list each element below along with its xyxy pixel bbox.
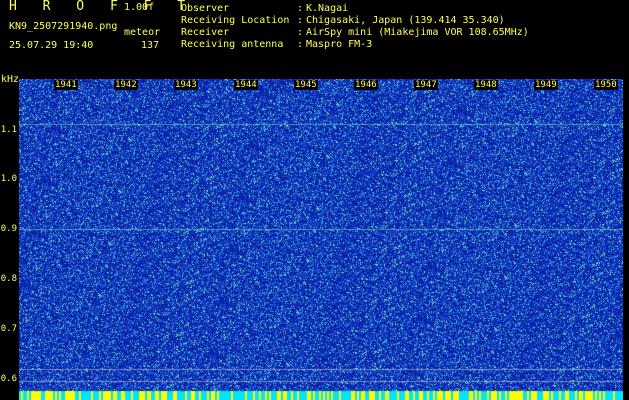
meta-value-antenna: Maspro FM-3 <box>306 39 373 50</box>
meta-label-observer: Observer <box>181 3 230 14</box>
datetime-label: 25.07.29 19:40 <box>9 40 94 51</box>
meta-colon: : <box>297 39 304 50</box>
meta-value-location: Chigasaki, Japan (139.414 35.340) <box>306 15 505 26</box>
version-label: 1.00f <box>124 2 155 13</box>
x-tick-label: 1950 <box>594 80 618 90</box>
y-tick-label: 0.7 <box>0 324 17 334</box>
y-tick-label: 1.0 <box>0 174 17 184</box>
mode-label: meteor <box>124 27 161 38</box>
x-tick-label: 1948 <box>474 80 498 90</box>
meta-label-location: Receiving Location <box>181 15 290 26</box>
spectrogram-canvas <box>19 79 623 400</box>
y-tick-label: 1.1 <box>0 125 17 135</box>
app-logo: H R O F F T <box>9 0 195 14</box>
count-label: 137 <box>141 40 160 51</box>
meta-colon: : <box>297 3 304 14</box>
x-tick-label: 1943 <box>174 80 198 90</box>
x-tick-label: 1946 <box>354 80 378 90</box>
y-tick-label: 0.6 <box>0 374 17 384</box>
filename-label: KN9_2507291940.png <box>9 21 118 32</box>
frequency-unit-label: kHz <box>1 74 20 85</box>
meta-label-receiver: Receiver <box>181 27 230 38</box>
y-tick-label: 0.9 <box>0 224 17 234</box>
x-tick-label: 1947 <box>414 80 438 90</box>
meta-colon: : <box>297 15 304 26</box>
meta-label-antenna: Receiving antenna <box>181 39 284 50</box>
x-tick-label: 1942 <box>114 80 138 90</box>
meta-value-observer: K.Nagai <box>306 3 349 14</box>
meta-colon: : <box>297 27 304 38</box>
meta-value-receiver: AirSpy mini (Miakejima VOR 108.65MHz) <box>306 27 529 38</box>
spectrogram-noise <box>19 79 623 400</box>
x-tick-label: 1941 <box>54 80 78 90</box>
x-tick-label: 1945 <box>294 80 318 90</box>
x-tick-label: 1949 <box>534 80 558 90</box>
y-tick-label: 0.8 <box>0 274 17 284</box>
x-tick-label: 1944 <box>234 80 258 90</box>
